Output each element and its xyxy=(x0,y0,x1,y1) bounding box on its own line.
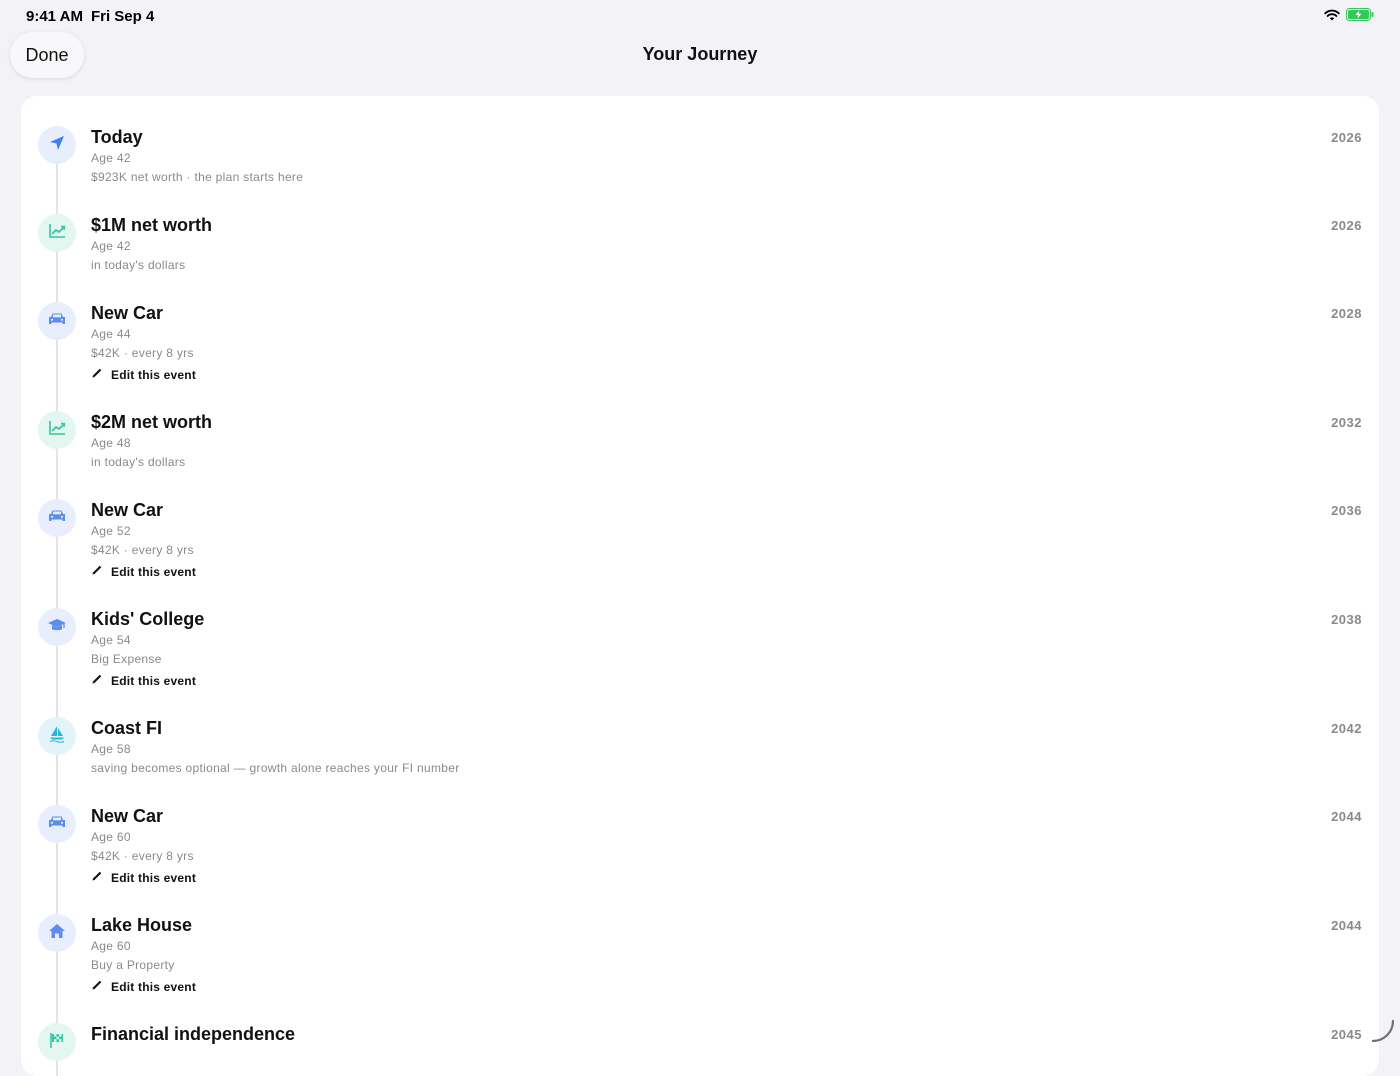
pencil-icon xyxy=(91,673,103,688)
event-age: Age 60 xyxy=(91,939,196,953)
car-icon xyxy=(47,508,67,529)
event-detail: $923K net worth · the plan starts here xyxy=(91,170,303,184)
event-title: Coast FI xyxy=(91,717,460,739)
car-icon xyxy=(47,814,67,835)
location-arrow-icon xyxy=(48,134,66,157)
event-detail: Big Expense xyxy=(91,652,204,666)
event-age: Age 60 xyxy=(91,830,196,844)
event-detail: saving becomes optional — growth alone r… xyxy=(91,761,460,775)
pencil-icon xyxy=(91,870,103,885)
battery-charging-icon xyxy=(1346,8,1374,26)
event-age: Age 44 xyxy=(91,327,196,341)
event-age: Age 58 xyxy=(91,742,460,756)
house-icon xyxy=(48,922,66,945)
event-age: Age 48 xyxy=(91,436,212,450)
event-title: New Car xyxy=(91,302,196,324)
event-year: 2026 xyxy=(1331,130,1362,145)
event-detail: in today's dollars xyxy=(91,455,212,469)
event-title: New Car xyxy=(91,499,196,521)
event-year: 2026 xyxy=(1331,218,1362,233)
event-year: 2044 xyxy=(1331,918,1362,933)
event-age: Age 52 xyxy=(91,524,196,538)
edit-event-button[interactable]: Edit this event xyxy=(91,979,196,994)
journey-card: Today Age 42 $923K net worth · the plan … xyxy=(21,96,1379,1076)
loading-indicator-icon xyxy=(1370,1018,1396,1044)
status-date: Fri Sep 4 xyxy=(91,8,154,25)
edit-event-label: Edit this event xyxy=(111,368,196,382)
event-title: Financial independence xyxy=(91,1023,295,1045)
edit-event-button[interactable]: Edit this event xyxy=(91,564,196,579)
event-year: 2045 xyxy=(1331,1027,1362,1042)
event-title: Kids' College xyxy=(91,608,204,630)
edit-event-button[interactable]: Edit this event xyxy=(91,870,196,885)
sailboat-icon xyxy=(48,725,66,748)
edit-event-label: Edit this event xyxy=(111,674,196,688)
wifi-icon xyxy=(1324,8,1340,26)
event-title: $2M net worth xyxy=(91,411,212,433)
event-year: 2028 xyxy=(1331,306,1362,321)
event-detail: $42K · every 8 yrs xyxy=(91,849,196,863)
event-title: Today xyxy=(91,126,303,148)
edit-event-label: Edit this event xyxy=(111,565,196,579)
event-detail: Buy a Property xyxy=(91,958,196,972)
event-detail: $42K · every 8 yrs xyxy=(91,543,196,557)
event-age: Age 42 xyxy=(91,239,212,253)
pencil-icon xyxy=(91,979,103,994)
event-age: Age 54 xyxy=(91,633,204,647)
event-age: Age 42 xyxy=(91,151,303,165)
finish-flag-icon xyxy=(48,1031,66,1054)
event-title: $1M net worth xyxy=(91,214,212,236)
event-detail: in today's dollars xyxy=(91,258,212,272)
edit-event-button[interactable]: Edit this event xyxy=(91,673,204,688)
page-title: Your Journey xyxy=(0,44,1400,65)
event-title: New Car xyxy=(91,805,196,827)
car-icon xyxy=(47,311,67,332)
status-time: 9:41 AM xyxy=(26,8,83,25)
event-year: 2036 xyxy=(1331,503,1362,518)
trend-chart-icon xyxy=(48,223,66,244)
status-bar: 9:41 AM Fri Sep 4 xyxy=(0,0,1400,32)
nav-bar: Done Your Journey xyxy=(0,32,1400,80)
edit-event-button[interactable]: Edit this event xyxy=(91,367,196,382)
event-year: 2042 xyxy=(1331,721,1362,736)
pencil-icon xyxy=(91,367,103,382)
event-title: Lake House xyxy=(91,914,196,936)
event-year: 2032 xyxy=(1331,415,1362,430)
graduation-cap-icon xyxy=(47,617,67,638)
trend-chart-icon xyxy=(48,420,66,441)
event-year: 2044 xyxy=(1331,809,1362,824)
event-detail: $42K · every 8 yrs xyxy=(91,346,196,360)
edit-event-label: Edit this event xyxy=(111,980,196,994)
pencil-icon xyxy=(91,564,103,579)
edit-event-label: Edit this event xyxy=(111,871,196,885)
event-year: 2038 xyxy=(1331,612,1362,627)
